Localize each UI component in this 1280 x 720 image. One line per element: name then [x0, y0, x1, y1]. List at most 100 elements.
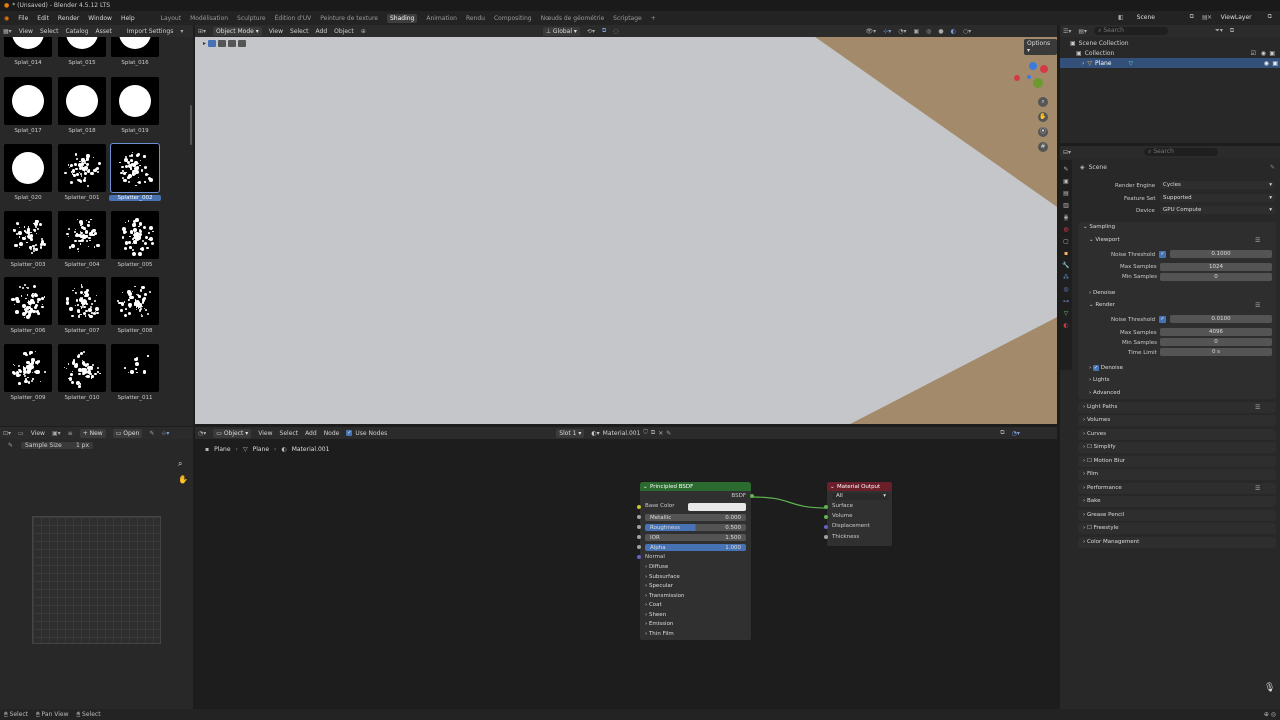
sampling-header[interactable]: ⌄ Sampling: [1083, 224, 1115, 230]
select-subtract-icon[interactable]: [228, 40, 237, 47]
presets-list-icon[interactable]: ☰: [1255, 404, 1260, 411]
time-limit-field[interactable]: 0 s: [1160, 348, 1272, 356]
editor-type-icon[interactable]: ▦▾: [3, 28, 12, 35]
exclude-checkbox-icon[interactable]: ☑: [1251, 50, 1256, 57]
asset-thumbnail[interactable]: [58, 37, 106, 57]
object-tab-icon[interactable]: ▪: [1064, 250, 1068, 257]
render-camera-icon[interactable]: ▣: [1272, 60, 1278, 67]
asset-thumbnail[interactable]: [111, 277, 159, 325]
gizmo-x-axis[interactable]: [1040, 65, 1048, 73]
presets-list-icon[interactable]: ☰: [1255, 302, 1260, 309]
asset-menu-select[interactable]: Select: [40, 28, 59, 35]
section-volumes[interactable]: › Volumes: [1083, 417, 1110, 423]
select-extend-icon[interactable]: [218, 40, 227, 47]
navigation-gizmo[interactable]: [1013, 59, 1051, 97]
asset-label[interactable]: Splatter_005: [109, 262, 161, 268]
image-browse-icon[interactable]: ▣▾: [52, 430, 61, 437]
pan-hand-icon[interactable]: ✋: [178, 475, 188, 484]
section-film[interactable]: › Film: [1083, 471, 1098, 477]
add-workspace-icon[interactable]: +: [651, 15, 656, 22]
thickness-socket[interactable]: [824, 535, 828, 539]
asset-thumbnail[interactable]: [58, 211, 106, 259]
material-output-node[interactable]: ⌄ Material Output All ▾ Surface Volume Di…: [824, 481, 893, 547]
gizmos-icon[interactable]: ⊹▾: [883, 28, 891, 35]
blender-menu-icon[interactable]: ◉: [4, 15, 9, 22]
select-intersect-icon[interactable]: [238, 40, 247, 47]
pin-icon[interactable]: ✎: [666, 430, 671, 437]
advanced-subpanel[interactable]: › Advanced: [1089, 390, 1120, 396]
section-grease-pencil[interactable]: › Grease Pencil: [1083, 512, 1124, 518]
fake-user-icon[interactable]: ⛉: [643, 429, 648, 437]
eyedropper-icon[interactable]: ✎: [8, 442, 13, 449]
xray-icon[interactable]: ▣: [913, 28, 919, 35]
3d-viewport[interactable]: ▸ Options ▾ ⌕ ✋ ⦿ #: [195, 37, 1057, 424]
bsdf-panel-coat[interactable]: › Coat: [645, 602, 684, 608]
asset-menu-catalog[interactable]: Catalog: [65, 28, 88, 35]
asset-thumbnail[interactable]: [4, 144, 52, 192]
asset-label[interactable]: Splat_020: [2, 195, 54, 201]
render-engine-dropdown[interactable]: Cycles ▾: [1160, 181, 1275, 189]
view-mode-icon[interactable]: ▭: [18, 430, 24, 437]
collapse-chevron-icon[interactable]: ⌄: [830, 484, 835, 490]
workspace-tab-compositing[interactable]: Compositing: [494, 15, 532, 22]
ior-field[interactable]: IOR 1.500: [645, 534, 746, 541]
microphone-icon[interactable]: 🎙: [1264, 683, 1275, 693]
tool-icon[interactable]: ▸: [203, 40, 206, 47]
r-denoise-subpanel[interactable]: › ✓ Denoise: [1089, 365, 1123, 371]
alpha-socket[interactable]: [637, 545, 641, 549]
metallic-socket[interactable]: [637, 515, 641, 519]
asset-thumbnail[interactable]: [111, 344, 159, 392]
section-curves[interactable]: › Curves: [1083, 431, 1106, 437]
viewport-menu-add[interactable]: Add: [316, 28, 328, 35]
feature-set-dropdown[interactable]: Supported ▾: [1160, 194, 1275, 202]
asset-scrollbar[interactable]: [190, 105, 192, 145]
bsdf-output-socket[interactable]: [750, 494, 754, 498]
bsdf-node-header[interactable]: ⌄ Principled BSDF: [640, 482, 751, 491]
data-tab-icon[interactable]: ▽: [1064, 310, 1069, 317]
base-color-socket[interactable]: [637, 505, 641, 509]
workspace-tab-geometry-nodes[interactable]: Nœuds de géométrie: [541, 15, 605, 22]
r-denoise-checkbox[interactable]: ✓: [1092, 365, 1099, 371]
use-nodes-checkbox[interactable]: ✓ Use Nodes: [346, 430, 387, 437]
node-menu-add[interactable]: Add: [305, 430, 317, 437]
rendered-shading-icon[interactable]: ○▾: [963, 28, 971, 35]
expand-chevron-icon[interactable]: ›: [1082, 60, 1084, 67]
viewport-menu-view[interactable]: View: [269, 28, 283, 35]
bsdf-surface-link[interactable]: [751, 496, 829, 509]
presets-list-icon[interactable]: ☰: [1255, 485, 1260, 492]
menu-render[interactable]: Render: [58, 15, 79, 22]
alpha-field[interactable]: Alpha 1.000: [645, 544, 746, 551]
workspace-tab-shading[interactable]: Shading: [386, 13, 418, 23]
ortho-grid-icon[interactable]: #: [1038, 142, 1048, 152]
pan-hand-icon[interactable]: ✋: [1038, 112, 1048, 122]
constraints-tab-icon[interactable]: ⊶: [1063, 298, 1069, 305]
ior-socket[interactable]: [637, 535, 641, 539]
bsdf-panel-emission[interactable]: › Emission: [645, 621, 684, 627]
asset-label[interactable]: Splatter_009: [2, 395, 54, 401]
bsdf-panel-sheen[interactable]: › Sheen: [645, 612, 684, 618]
asset-menu-view[interactable]: View: [19, 28, 33, 35]
roughness-socket[interactable]: [637, 525, 641, 529]
r-max-samples-field[interactable]: 4096: [1160, 328, 1272, 336]
surface-socket[interactable]: [824, 505, 828, 509]
asset-thumbnail[interactable]: [111, 77, 159, 125]
camera-view-icon[interactable]: ⦿: [1038, 127, 1048, 137]
new-scene-icon[interactable]: ⧉: [1190, 13, 1194, 21]
asset-label[interactable]: Splat_019: [109, 128, 161, 134]
collapse-chevron-icon[interactable]: ⌄: [643, 484, 648, 490]
editor-type-icon[interactable]: ☰▾: [1063, 28, 1071, 35]
section-performance[interactable]: › Performance: [1083, 485, 1122, 491]
menu-help[interactable]: Help: [121, 15, 135, 22]
asset-thumbnail[interactable]: [111, 37, 159, 57]
asset-label[interactable]: Splat_017: [2, 128, 54, 134]
workspace-tab-texture-paint[interactable]: Peinture de texture: [320, 15, 378, 22]
solid-shading-icon[interactable]: ●: [938, 28, 943, 35]
asset-menu-asset[interactable]: Asset: [96, 28, 112, 35]
bsdf-panel-subsurface[interactable]: › Subsurface: [645, 574, 684, 580]
outliner-object-plane[interactable]: › ▽ Plane ▽ ◉ ▣: [1060, 58, 1280, 68]
viewport-menu-select[interactable]: Select: [290, 28, 309, 35]
displacement-socket[interactable]: [824, 525, 828, 529]
r-min-samples-field[interactable]: 0: [1160, 338, 1272, 346]
vp-min-samples-field[interactable]: 0: [1160, 273, 1272, 281]
workspace-tab-rendering[interactable]: Rendu: [466, 15, 485, 22]
